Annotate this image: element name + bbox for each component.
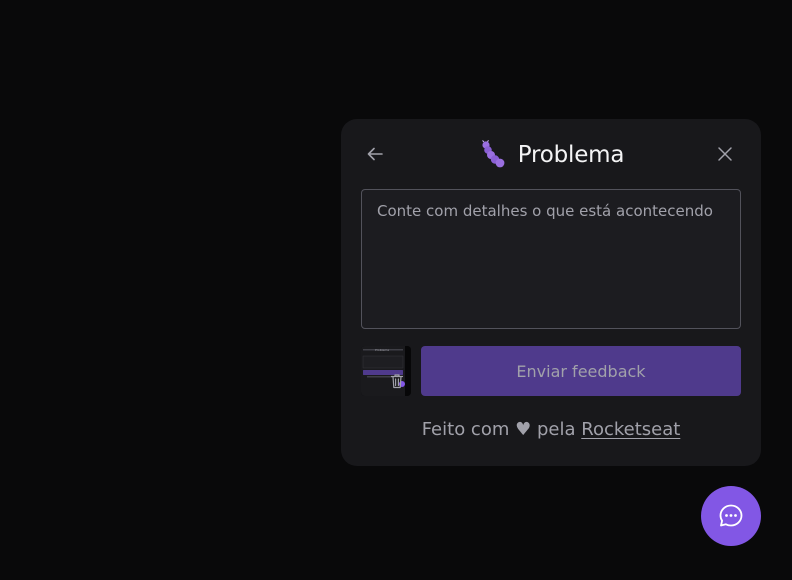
bug-icon bbox=[481, 140, 505, 168]
footer: Feito com ♥ pela Rocketseat bbox=[341, 419, 761, 440]
widget-title: Problema bbox=[517, 142, 625, 168]
heart-icon: ♥ bbox=[515, 419, 532, 440]
x-icon bbox=[718, 147, 732, 161]
footer-middle: pela bbox=[536, 419, 576, 440]
chat-dots-icon bbox=[719, 504, 743, 527]
widget-header: Problema bbox=[341, 137, 761, 173]
rocketseat-link[interactable]: Rocketseat bbox=[581, 419, 680, 440]
feedback-widget: Problema Problema Enviar feedback Feito … bbox=[341, 119, 761, 466]
footer-prefix: Feito com bbox=[421, 419, 510, 440]
comment-textarea[interactable] bbox=[361, 189, 741, 329]
screenshot-thumbnail[interactable]: Problema bbox=[361, 346, 411, 396]
close-button[interactable] bbox=[713, 142, 737, 166]
svg-text:Problema: Problema bbox=[375, 348, 389, 352]
feedback-launcher-button[interactable] bbox=[701, 486, 761, 546]
trash-icon[interactable] bbox=[390, 373, 404, 389]
submit-feedback-button[interactable]: Enviar feedback bbox=[421, 346, 741, 396]
